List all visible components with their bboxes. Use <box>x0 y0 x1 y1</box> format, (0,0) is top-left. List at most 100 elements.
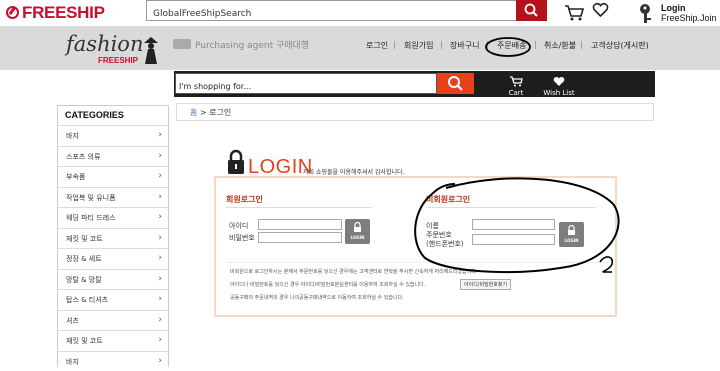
join-label[interactable]: FreeShip.Join <box>661 13 717 23</box>
chevron-right-icon: › <box>158 171 162 181</box>
search-icon <box>516 0 547 21</box>
sidebar-item-label: 정장 & 세트 <box>66 255 102 263</box>
sidebar-item-shirts[interactable]: 셔츠 › <box>58 310 168 331</box>
chevron-right-icon: › <box>158 294 162 304</box>
cart-label: Cart <box>504 89 528 97</box>
nav-cart[interactable]: 장바구니 <box>450 40 479 51</box>
chevron-right-icon: › <box>158 151 162 161</box>
sidebar-item-suits[interactable]: 정장 & 세트 › <box>58 248 168 269</box>
sidebar-item-label: 탑스 & 티셔츠 <box>66 296 108 304</box>
chevron-right-icon: › <box>158 356 162 366</box>
sidebar-item-label: 재킷 및 코트 <box>66 337 103 345</box>
nav-login[interactable]: 로그인 <box>366 40 388 51</box>
chevron-right-icon: › <box>158 253 162 263</box>
global-search-button[interactable] <box>516 0 547 21</box>
nav-order-delivery[interactable]: 주문배송 <box>497 40 526 51</box>
sidebar-item-label: 셔츠 <box>66 317 79 325</box>
cart-nav-button[interactable]: Cart <box>504 76 528 97</box>
categories-title: CATEGORIES <box>58 106 168 125</box>
lady-silhouette-icon <box>140 35 162 65</box>
lock-icon <box>353 222 362 232</box>
sidebar-item-label: 작업복 및 유니폼 <box>66 194 116 202</box>
search-icon <box>437 73 474 94</box>
sidebar-item-mantle[interactable]: 망탈 & 망탈 › <box>58 269 168 290</box>
fashion-brand-sub: FREESHIP <box>98 56 138 65</box>
heart-icon <box>553 76 565 87</box>
member-id-field[interactable] <box>258 219 342 230</box>
freeship-logo[interactable]: FREESHIP <box>6 3 105 23</box>
sidebar-item-wedding-dress[interactable]: 웨딩 파티 드레스› <box>58 207 168 228</box>
sidebar-item-jackets-2[interactable]: 재킷 및 코트 › <box>58 330 168 351</box>
purchasing-agent-link[interactable]: Purchasing agent 구매대행 <box>173 38 309 51</box>
note-2: 아이디나 비밀번호를 잊으신 경우 아이디/비밀번호분실센터를 이용하여 조회하… <box>230 281 425 288</box>
padlock-icon <box>227 149 245 175</box>
top-bar: FREESHIP Login FreeShip.Join <box>0 0 720 26</box>
chevron-right-icon: › <box>158 335 162 345</box>
breadcrumb: 홈 > 로그인 <box>176 103 654 121</box>
nonmember-divider <box>426 207 596 208</box>
freeship-logo-text: FREESHIP <box>22 3 105 22</box>
key-icon <box>638 3 656 25</box>
find-id-password-button[interactable]: 아이디/비밀번호찾기 <box>460 279 511 290</box>
purchasing-agent-label: Purchasing agent 구매대행 <box>195 41 309 51</box>
chevron-right-icon: › <box>158 233 162 243</box>
freeship-logo-icon <box>6 6 19 19</box>
sidebar-item-pants[interactable]: 바지 › <box>58 125 168 146</box>
login-label[interactable]: Login <box>661 3 686 13</box>
sidebar-item-label: 바지 <box>66 132 79 140</box>
nav-cancel-refund[interactable]: 취소/환불 <box>544 40 576 51</box>
order-number-field[interactable] <box>472 234 555 245</box>
member-login-title: 회원로그인 <box>226 194 263 205</box>
chevron-right-icon: › <box>158 315 162 325</box>
nav-sep: | <box>580 40 583 49</box>
member-pw-label: 비밀번호 <box>229 233 255 243</box>
shop-search-input[interactable] <box>176 77 426 96</box>
note-1: 비회원으로 로그인하시는 분께서 주문번호를 잊으신 경우에는 고객센터로 연락… <box>230 268 478 275</box>
nav-sep: | <box>440 40 443 49</box>
member-pw-field[interactable] <box>258 232 342 243</box>
note-3: 공동구매의 주문내역의 경우 나의공동구매내역으로 이동하여 조회하실 수 있습… <box>230 294 404 301</box>
shop-search-button[interactable] <box>437 73 474 94</box>
sidebar-item-jackets[interactable]: 재킷 및 코트 › <box>58 228 168 249</box>
notes-divider <box>226 262 609 263</box>
cart-icon <box>509 76 523 87</box>
wishlist-label: Wish List <box>541 89 577 97</box>
chevron-right-icon: › <box>158 130 162 140</box>
wishlist-heart-icon[interactable] <box>592 2 609 22</box>
sidebar-item-label: 망탈 & 망탈 <box>66 276 102 284</box>
nav-customer-board[interactable]: 고객상담(게시판) <box>591 40 649 51</box>
name-field[interactable] <box>472 219 555 230</box>
login-subtitle: 저희 쇼핑몰을 이용해주셔서 감사합니다. <box>303 167 404 176</box>
shop-search-box <box>175 73 437 94</box>
sidebar-item-label: 스포츠 의류 <box>66 153 100 161</box>
cart-top-icon[interactable] <box>564 3 584 25</box>
lock-icon <box>567 225 576 235</box>
breadcrumb-home[interactable]: 홈 <box>190 108 197 117</box>
member-login-button-label: LOGIN <box>345 235 370 240</box>
sidebar-item-label: 바지 <box>66 358 79 366</box>
sidebar-item-sportswear[interactable]: 스포츠 의류 › <box>58 146 168 167</box>
nonmember-login-title: 비회원로그인 <box>426 194 470 205</box>
member-id-label: 아이디 <box>229 221 248 231</box>
global-search-input[interactable] <box>147 5 517 24</box>
sidebar-item-tops[interactable]: 탑스 & 티셔츠 › <box>58 289 168 310</box>
breadcrumb-current: 로그인 <box>209 108 231 117</box>
nonmember-login-button-label: LOGIN <box>559 238 584 243</box>
sidebar-item-label: 부속품 <box>66 173 85 181</box>
category-sidebar: CATEGORIES 바지› 스포츠 의류› 부속품› 작업복 및 유니폼› 웨… <box>57 105 169 367</box>
truck-icon <box>173 39 191 49</box>
sidebar-item-workwear[interactable]: 작업복 및 유니폼› <box>58 187 168 208</box>
sidebar-item-pants-2[interactable]: 바지 › <box>58 351 168 371</box>
fashion-brand[interactable]: fashion <box>66 32 143 56</box>
member-login-button[interactable]: LOGIN <box>345 219 370 244</box>
nav-sep: | <box>534 40 537 49</box>
nav-join[interactable]: 회원가입 <box>404 40 433 51</box>
phone-number-label: (핸드폰번호) <box>426 239 464 249</box>
nav-sep: | <box>393 40 396 49</box>
nonmember-login-button[interactable]: LOGIN <box>559 222 584 247</box>
login-box: 회원로그인 아이디 비밀번호 LOGIN 비회원로그인 이름 주문번호 (핸드폰… <box>214 176 617 317</box>
sidebar-item-label: 재킷 및 코트 <box>66 235 103 243</box>
chevron-right-icon: › <box>158 274 162 284</box>
sidebar-item-accessories[interactable]: 부속품 › <box>58 166 168 187</box>
wishlist-nav-button[interactable]: Wish List <box>541 76 577 97</box>
